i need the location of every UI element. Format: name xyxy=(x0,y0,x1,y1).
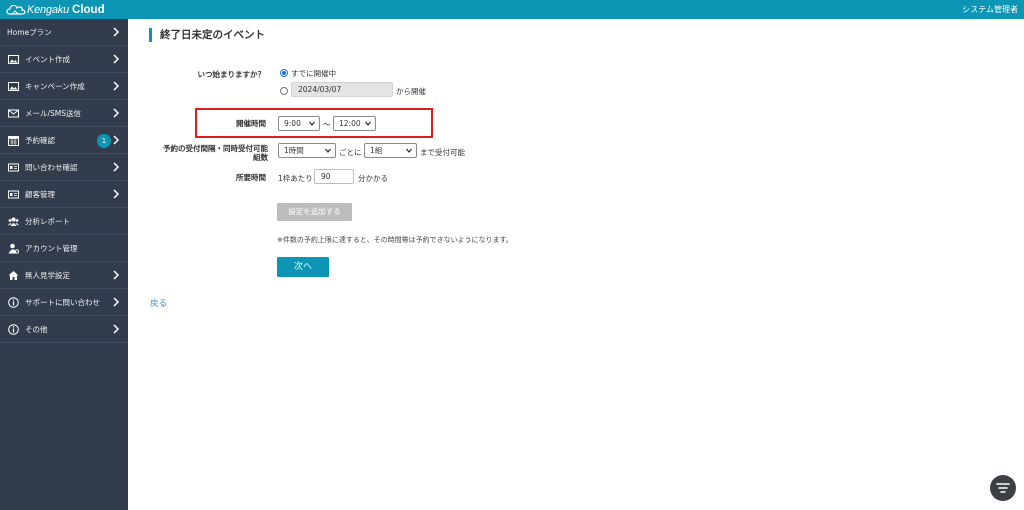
duration-prefix: 1枠あたり xyxy=(278,174,313,183)
user-gear-icon xyxy=(7,242,19,254)
reservation-label-line2: 組数 xyxy=(253,153,268,162)
start-date-suffix: から開催 xyxy=(396,87,426,96)
sidebar-item-label: 問い合わせ確認 xyxy=(25,162,78,172)
sidebar: Homeプラン イベント作成 キャンペーン作成 メール/SMS送信 予約確認 1… xyxy=(0,19,128,510)
id-card-icon xyxy=(7,188,19,200)
sidebar-item-label: 無人見学設定 xyxy=(25,270,70,280)
filter-menu-button[interactable] xyxy=(990,475,1016,501)
image-icon xyxy=(7,53,19,65)
sidebar-item-label: その他 xyxy=(25,324,48,334)
logo[interactable]: Kengaku Cloud xyxy=(5,2,105,17)
sidebar-item-label: 顧客管理 xyxy=(25,189,55,199)
sidebar-item-label: メール/SMS送信 xyxy=(25,108,82,118)
chevron-right-icon xyxy=(113,297,120,307)
calendar-icon xyxy=(7,134,19,146)
info-icon xyxy=(7,296,19,308)
reservation-interval-value: 1時間 xyxy=(284,146,304,155)
add-setting-button[interactable]: 設定を追加する xyxy=(277,203,352,221)
sidebar-item-customers[interactable]: 顧客管理 xyxy=(0,181,128,208)
sidebar-item-label: イベント作成 xyxy=(25,54,70,64)
user-menu[interactable]: システム管理者 xyxy=(962,4,1018,15)
users-icon xyxy=(7,215,19,227)
chevron-right-icon xyxy=(113,162,120,172)
duration-label: 所要時間 xyxy=(236,173,266,182)
chevron-right-icon xyxy=(113,135,120,145)
sidebar-item-label: 分析レポート xyxy=(25,216,70,226)
chevron-down-icon xyxy=(406,148,412,153)
sidebar-item-label: Homeプラン xyxy=(7,27,52,37)
start-label: いつ始まりますか？ xyxy=(197,70,266,79)
back-link[interactable]: 戻る xyxy=(150,297,167,309)
reservation-suffix: まで受付可能 xyxy=(420,148,465,157)
logo-text-kengaku: Kengaku xyxy=(27,3,70,16)
list-filter-icon xyxy=(996,483,1010,493)
start-radio-ongoing[interactable] xyxy=(280,69,288,77)
chevron-right-icon xyxy=(113,108,120,118)
page-title: 終了日未定のイベント xyxy=(149,28,265,42)
duration-suffix: 分かかる xyxy=(358,174,388,183)
sidebar-item-reservations[interactable]: 予約確認 1 xyxy=(0,127,128,154)
hours-to-value: 12:00 xyxy=(339,119,361,128)
reservation-limit-note: ※件数の予約上限に達すると、その時間帯は予約できないようになります。 xyxy=(277,236,513,244)
sidebar-item-campaign-create[interactable]: キャンペーン作成 xyxy=(0,73,128,100)
next-button[interactable]: 次へ xyxy=(277,257,329,277)
sidebar-item-other[interactable]: その他 xyxy=(0,316,128,343)
start-date-input[interactable]: 2024/03/07 xyxy=(291,82,393,97)
sidebar-item-label: アカウント管理 xyxy=(25,243,78,253)
start-option-ongoing-label: すでに開催中 xyxy=(291,69,337,78)
chevron-down-icon xyxy=(365,121,371,126)
mail-icon xyxy=(7,107,19,119)
sidebar-item-home-plan[interactable]: Homeプラン xyxy=(0,19,128,46)
sidebar-item-label: サポートに問い合わせ xyxy=(25,297,100,307)
sidebar-item-mail-sms[interactable]: メール/SMS送信 xyxy=(0,100,128,127)
notification-badge: 1 xyxy=(97,134,111,148)
chevron-right-icon xyxy=(113,27,120,37)
chevron-right-icon xyxy=(113,54,120,64)
sidebar-item-event-create[interactable]: イベント作成 xyxy=(0,46,128,73)
id-card-icon xyxy=(7,161,19,173)
reservation-per-text: ごとに xyxy=(339,148,362,157)
logo-text-cloud: Cloud xyxy=(72,3,105,16)
hours-from-select[interactable]: 9:00 xyxy=(278,116,320,131)
info-icon xyxy=(7,323,19,335)
chevron-right-icon xyxy=(113,81,120,91)
reservation-label: 予約の受付間隔・同時受付可能 組数 xyxy=(163,144,268,162)
sidebar-item-account[interactable]: アカウント管理 xyxy=(0,235,128,262)
reservation-label-line1: 予約の受付間隔・同時受付可能 xyxy=(163,144,268,153)
reservation-interval-select[interactable]: 1時間 xyxy=(278,143,336,158)
sidebar-item-analytics[interactable]: 分析レポート xyxy=(0,208,128,235)
chevron-down-icon xyxy=(325,148,331,153)
image-icon xyxy=(7,80,19,92)
duration-input[interactable]: 90 xyxy=(314,169,354,184)
sidebar-item-unmanned-tour[interactable]: 無人見学設定 xyxy=(0,262,128,289)
start-radio-date[interactable] xyxy=(280,87,288,95)
chevron-down-icon xyxy=(309,121,315,126)
sidebar-item-label: 予約確認 xyxy=(25,135,55,145)
hours-from-value: 9:00 xyxy=(284,119,301,128)
hours-separator: 〜 xyxy=(323,120,331,129)
reservation-groups-value: 1組 xyxy=(370,146,383,155)
top-bar: Kengaku Cloud システム管理者 xyxy=(0,0,1024,19)
chevron-right-icon xyxy=(113,270,120,280)
hours-label: 開催時間 xyxy=(236,119,266,128)
sidebar-item-support[interactable]: サポートに問い合わせ xyxy=(0,289,128,316)
sidebar-item-inquiries[interactable]: 問い合わせ確認 xyxy=(0,154,128,181)
hours-to-select[interactable]: 12:00 xyxy=(333,116,376,131)
reservation-groups-select[interactable]: 1組 xyxy=(364,143,417,158)
sidebar-item-label: キャンペーン作成 xyxy=(25,81,85,91)
chevron-right-icon xyxy=(113,324,120,334)
home-icon xyxy=(7,269,19,281)
chevron-right-icon xyxy=(113,189,120,199)
cloud-logo-icon xyxy=(6,4,26,15)
